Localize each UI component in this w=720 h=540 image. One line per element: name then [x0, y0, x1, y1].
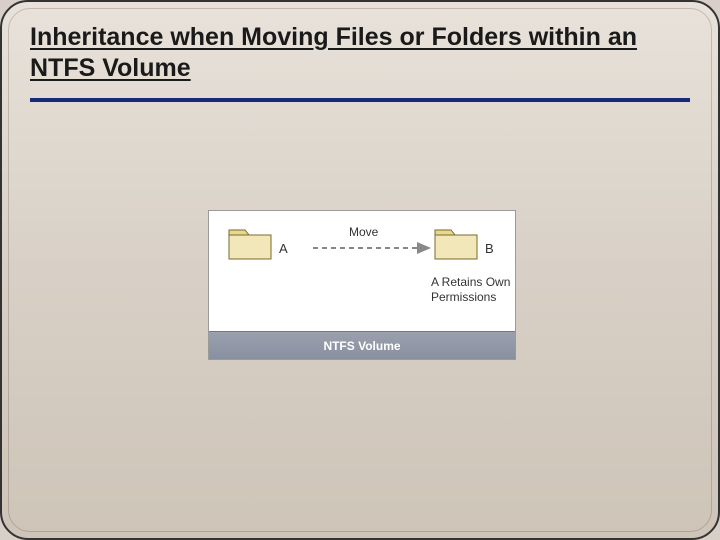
- folder-icon-b: [433, 227, 479, 261]
- diagram-container: A Move B A Retains Own Permissions NTFS …: [208, 210, 516, 360]
- slide-frame: Inheritance when Moving Files or Folders…: [0, 0, 720, 540]
- folder-label-a: A: [279, 241, 288, 256]
- folder-icon-a: [227, 227, 273, 261]
- title-underline-rule: [30, 98, 690, 102]
- folder-label-b: B: [485, 241, 494, 256]
- ntfs-volume-label: NTFS Volume: [323, 339, 400, 353]
- ntfs-volume-bar: NTFS Volume: [209, 331, 515, 359]
- slide-title: Inheritance when Moving Files or Folders…: [30, 22, 690, 85]
- move-arrow-icon: [313, 241, 431, 255]
- move-action-label: Move: [349, 225, 378, 239]
- permissions-note: A Retains Own Permissions: [431, 275, 521, 305]
